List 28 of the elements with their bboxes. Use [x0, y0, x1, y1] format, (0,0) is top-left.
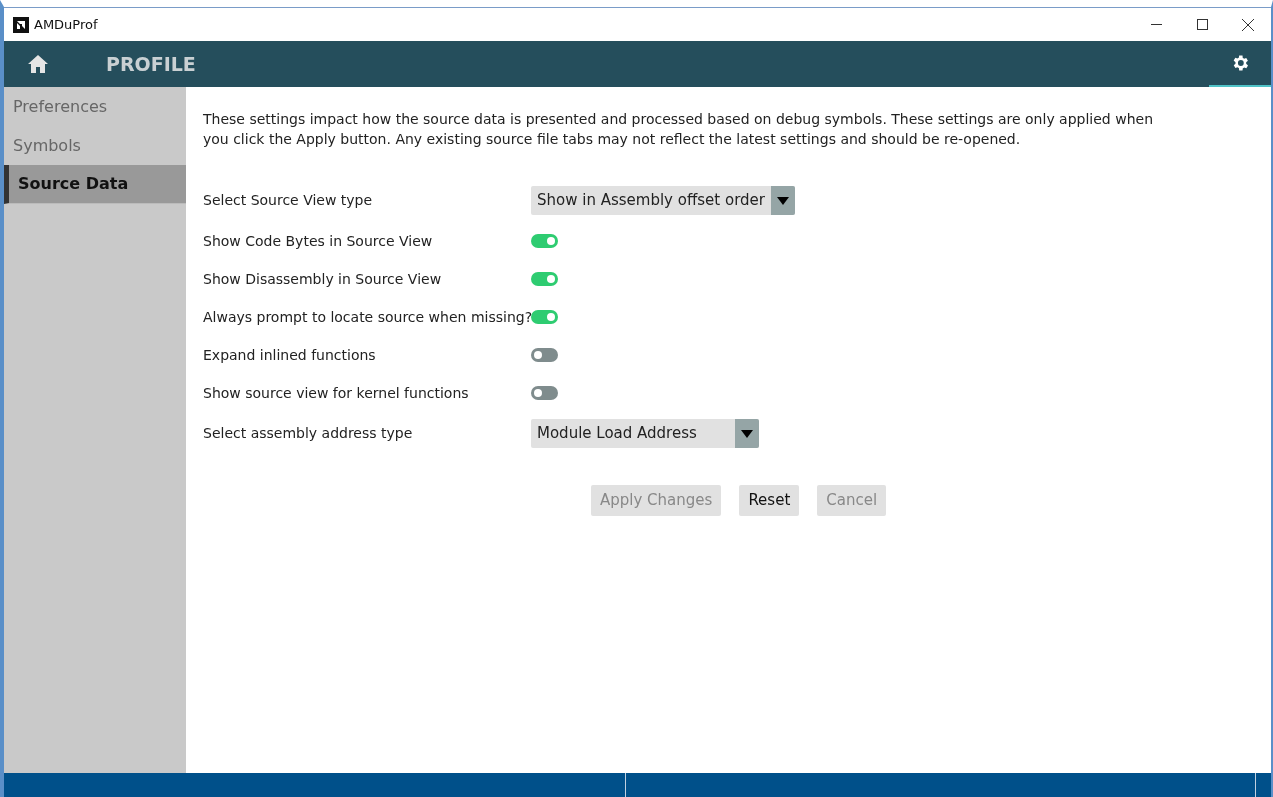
description-text: These settings impact how the source data is presented and processed based on debug symbols. These settings are only applied when you click the Apply button. Any existing source file tabs may not reflect the latest settings and should be re-opened.	[203, 110, 1154, 149]
sidebar-item[interactable]: Source Data	[4, 165, 186, 204]
setting-label: Select Source View type	[203, 191, 374, 210]
toggle-switch[interactable]	[531, 386, 558, 400]
setting-label: Always prompt to locate source when missing?	[203, 307, 531, 327]
minimize-icon	[1150, 23, 1162, 26]
dropdown[interactable]: Show in Assembly offset order	[531, 186, 795, 215]
setting-label: Select assembly address type	[203, 424, 414, 443]
setting-label: Show Disassembly in Source View	[203, 269, 443, 289]
caret-icon	[741, 429, 753, 438]
dropdown[interactable]: Module Load Address	[531, 419, 759, 448]
toggle-switch[interactable]	[531, 310, 558, 324]
page-title: PROFILE	[106, 51, 196, 77]
sidebar-item[interactable]: Preferences	[4, 87, 186, 126]
caret-icon	[776, 196, 789, 205]
action-button[interactable]: Reset	[739, 485, 800, 516]
setting-label: Show Code Bytes in Source View	[203, 231, 434, 251]
close-icon	[1242, 18, 1254, 31]
home-icon	[28, 55, 48, 73]
setting-label: Show source view for kernel functions	[203, 383, 470, 403]
setting-label: Expand inlined functions	[203, 345, 377, 365]
app-logo-icon	[13, 16, 29, 33]
sidebar-item[interactable]: Symbols	[4, 126, 186, 165]
maximize-icon	[1196, 19, 1208, 30]
toggle-switch[interactable]	[531, 348, 558, 362]
toggle-switch[interactable]	[531, 234, 558, 248]
toggle-switch[interactable]	[531, 272, 558, 286]
window-title: AMDuProf	[34, 15, 98, 34]
